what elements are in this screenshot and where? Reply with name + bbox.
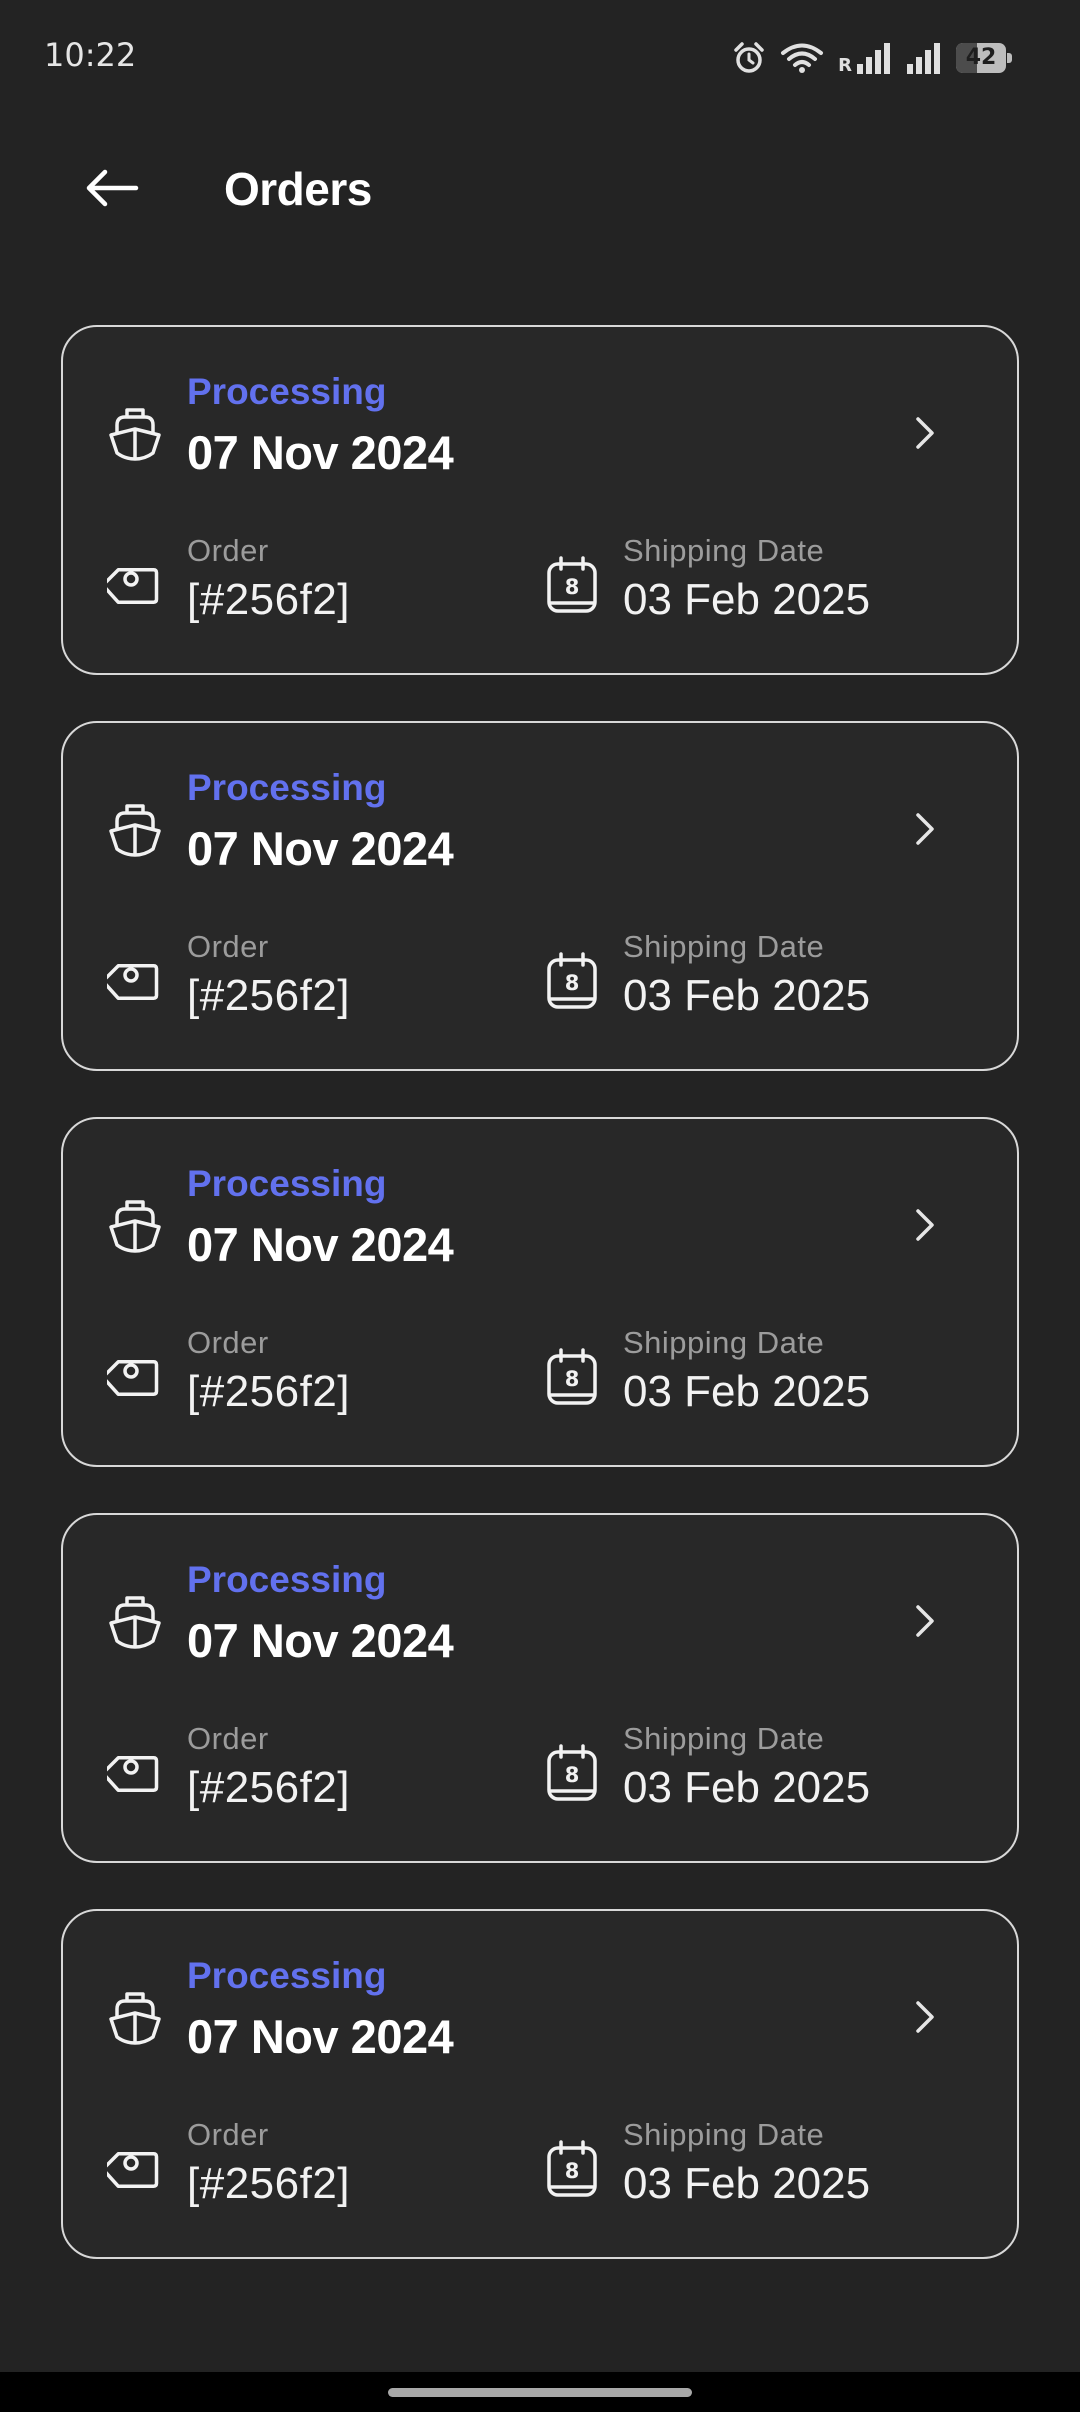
tag-icon [102, 2141, 165, 2199]
order-status: Processing [187, 1163, 387, 1204]
order-date: 07 Nov 2024 [187, 1218, 454, 1271]
shipping-date-label: Shipping Date [623, 2117, 825, 2152]
order-id: [#256f2] [187, 971, 351, 1020]
battery-level: 42 [965, 45, 997, 70]
order-id: [#256f2] [187, 1763, 351, 1812]
calendar-icon: 8 [545, 951, 599, 1011]
order-status: Processing [187, 767, 387, 808]
tag-icon [102, 953, 165, 1011]
shipping-date: 03 Feb 2025 [623, 971, 871, 1020]
status-time: 10:22 [44, 36, 137, 74]
orders-screen: 10:22 R 42 Orders Processing 07 Nov 2024… [0, 0, 1080, 2412]
tag-icon [102, 1745, 165, 1803]
status-icons: R 42 [732, 38, 1012, 78]
shipping-date: 03 Feb 2025 [623, 575, 871, 624]
order-label: Order [187, 2117, 269, 2152]
calendar-day: 8 [565, 1367, 580, 1391]
order-status: Processing [187, 371, 387, 412]
app-header: Orders [0, 140, 1080, 240]
order-date: 07 Nov 2024 [187, 822, 454, 875]
shipping-date-label: Shipping Date [623, 1721, 825, 1756]
shipping-date: 03 Feb 2025 [623, 1763, 871, 1812]
calendar-icon: 8 [545, 2139, 599, 2199]
order-card[interactable]: Processing 07 Nov 2024 Order [#256f2] 8 … [61, 325, 1019, 675]
roaming-indicator: R [838, 54, 852, 76]
order-label: Order [187, 1325, 269, 1360]
alarm-icon [732, 41, 766, 75]
order-card[interactable]: Processing 07 Nov 2024 Order [#256f2] 8 … [61, 1117, 1019, 1467]
calendar-day: 8 [565, 971, 580, 995]
order-status: Processing [187, 1559, 387, 1600]
ship-icon [107, 403, 163, 463]
order-card[interactable]: Processing 07 Nov 2024 Order [#256f2] 8 … [61, 721, 1019, 1071]
order-label: Order [187, 929, 269, 964]
chevron-right-icon[interactable] [909, 1601, 939, 1641]
ship-icon [107, 1987, 163, 2047]
order-card[interactable]: Processing 07 Nov 2024 Order [#256f2] 8 … [61, 1909, 1019, 2259]
ship-icon [107, 1195, 163, 1255]
page-title: Orders [224, 163, 372, 215]
shipping-date: 03 Feb 2025 [623, 2159, 871, 2208]
signal-icon [906, 42, 942, 74]
calendar-day: 8 [565, 1763, 580, 1787]
order-date: 07 Nov 2024 [187, 2010, 454, 2063]
tag-icon [102, 1349, 165, 1407]
wifi-icon [780, 42, 824, 74]
chevron-right-icon[interactable] [909, 1997, 939, 2037]
chevron-right-icon[interactable] [909, 413, 939, 453]
status-bar: 10:22 R 42 [0, 0, 1080, 110]
shipping-date-label: Shipping Date [623, 929, 825, 964]
order-status: Processing [187, 1955, 387, 1996]
ship-icon [107, 1591, 163, 1651]
home-indicator[interactable] [388, 2388, 692, 2397]
shipping-date-label: Shipping Date [623, 1325, 825, 1360]
ship-icon [107, 799, 163, 859]
calendar-day: 8 [565, 2159, 580, 2183]
tag-icon [102, 557, 165, 615]
order-card[interactable]: Processing 07 Nov 2024 Order [#256f2] 8 … [61, 1513, 1019, 1863]
order-id: [#256f2] [187, 575, 351, 624]
signal-icon [856, 42, 892, 74]
order-date: 07 Nov 2024 [187, 426, 454, 479]
calendar-icon: 8 [545, 1743, 599, 1803]
chevron-right-icon[interactable] [909, 1205, 939, 1245]
arrow-left-icon [85, 168, 139, 213]
chevron-right-icon[interactable] [909, 809, 939, 849]
calendar-icon: 8 [545, 1347, 599, 1407]
order-date: 07 Nov 2024 [187, 1614, 454, 1667]
calendar-day: 8 [565, 575, 580, 599]
order-label: Order [187, 1721, 269, 1756]
battery-icon: 42 [956, 43, 1012, 73]
order-id: [#256f2] [187, 1367, 351, 1416]
navigation-bar [0, 2372, 1080, 2412]
calendar-icon: 8 [545, 555, 599, 615]
order-list: Processing 07 Nov 2024 Order [#256f2] 8 … [61, 325, 1019, 2305]
order-id: [#256f2] [187, 2159, 351, 2208]
shipping-date-label: Shipping Date [623, 533, 825, 568]
shipping-date: 03 Feb 2025 [623, 1367, 871, 1416]
order-label: Order [187, 533, 269, 568]
back-button[interactable] [72, 160, 152, 220]
